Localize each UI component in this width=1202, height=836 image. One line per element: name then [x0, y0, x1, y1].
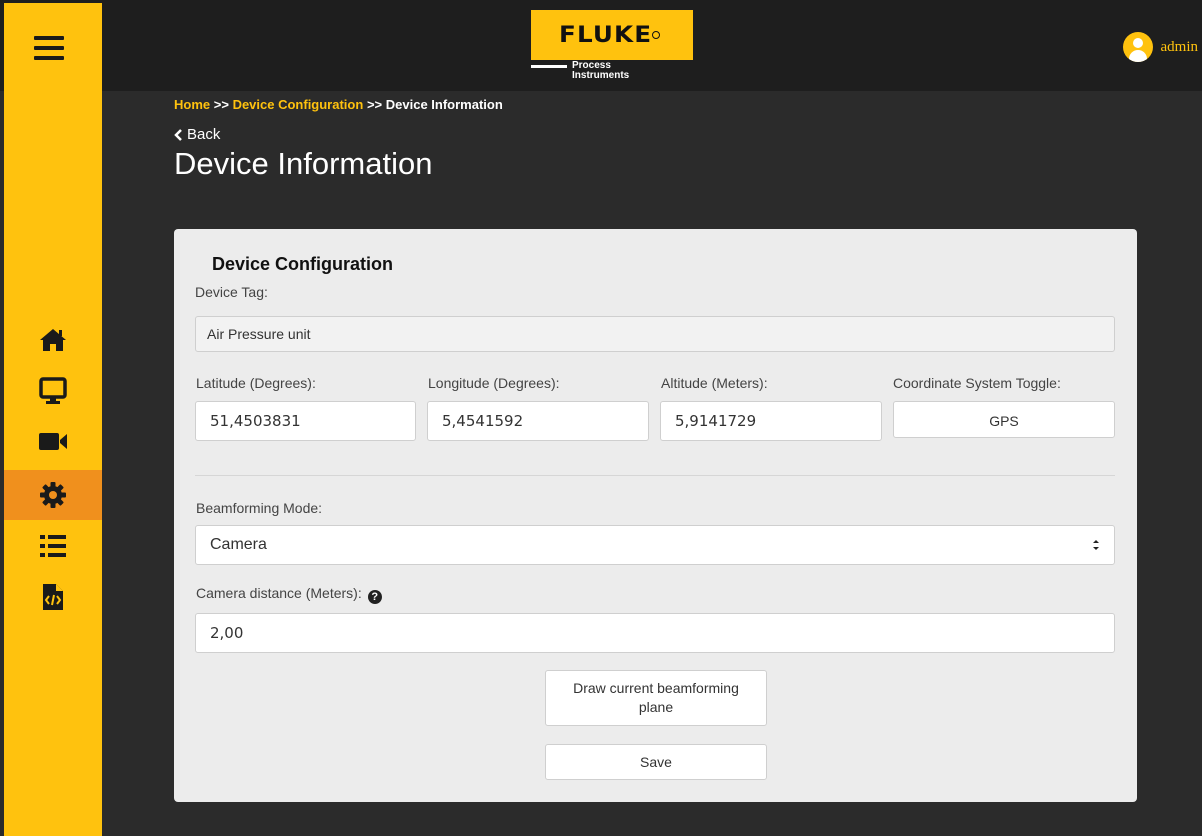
longitude-input[interactable]: 5,4541592: [427, 401, 649, 441]
sidebar-item-home[interactable]: [4, 315, 102, 365]
logo-text: FLUKE: [559, 22, 653, 48]
user-avatar-icon: [1122, 32, 1153, 62]
list-icon: [40, 535, 66, 557]
sidebar-item-camera[interactable]: [4, 416, 102, 466]
fluke-logo: FLUKE Process Instruments: [531, 10, 693, 86]
hamburger-menu-icon[interactable]: [34, 36, 64, 62]
page-title: Device Information: [174, 146, 433, 181]
breadcrumb-device-configuration[interactable]: Device Configuration: [233, 97, 364, 112]
sidebar-item-list[interactable]: [4, 521, 102, 571]
altitude-label: Altitude (Meters):: [661, 375, 768, 391]
breadcrumb-current: Device Information: [385, 97, 503, 112]
beamforming-mode-select[interactable]: Camera: [195, 525, 1115, 565]
back-link[interactable]: Back: [174, 126, 220, 143]
monitor-icon: [39, 377, 67, 404]
chevron-left-icon: [174, 128, 182, 141]
user-menu[interactable]: admin: [1122, 32, 1199, 62]
sidebar-item-settings[interactable]: [4, 470, 102, 520]
logo-subtitle: Process Instruments: [572, 60, 630, 81]
help-icon[interactable]: ?: [367, 590, 382, 604]
divider: [195, 475, 1115, 476]
beamforming-mode-label: Beamforming Mode:: [196, 500, 323, 516]
save-button[interactable]: Save: [545, 744, 767, 780]
code-file-icon: [43, 584, 63, 610]
breadcrumb-home[interactable]: Home: [174, 97, 210, 112]
sidebar-item-monitor[interactable]: [4, 366, 102, 416]
video-camera-icon: [39, 433, 67, 450]
home-icon: [40, 329, 66, 351]
user-name: admin: [1160, 38, 1199, 55]
altitude-input[interactable]: 5,9141729: [660, 401, 882, 441]
coordinate-toggle-label: Coordinate System Toggle:: [893, 375, 1061, 391]
gear-icon: [40, 482, 66, 508]
camera-distance-input[interactable]: 2,00: [195, 613, 1115, 653]
latitude-label: Latitude (Degrees):: [196, 375, 316, 391]
sidebar: [4, 3, 102, 836]
coordinate-system-toggle[interactable]: GPS: [893, 401, 1115, 438]
device-configuration-card: Device Configuration Device Tag: Air Pre…: [174, 229, 1137, 802]
draw-beamforming-plane-button[interactable]: Draw current beamforming plane: [545, 670, 767, 726]
latitude-input[interactable]: 51,4503831: [195, 401, 416, 441]
device-tag-field[interactable]: Air Pressure unit: [195, 316, 1115, 352]
card-title: Device Configuration: [212, 254, 394, 274]
device-tag-label: Device Tag:: [195, 284, 268, 300]
select-arrows-icon: [1093, 540, 1099, 550]
camera-distance-label: Camera distance (Meters):?: [196, 585, 382, 604]
longitude-label: Longitude (Degrees):: [428, 375, 560, 391]
breadcrumb: Home >> Device Configuration >> Device I…: [174, 97, 503, 112]
sidebar-item-code-file[interactable]: [4, 572, 102, 622]
